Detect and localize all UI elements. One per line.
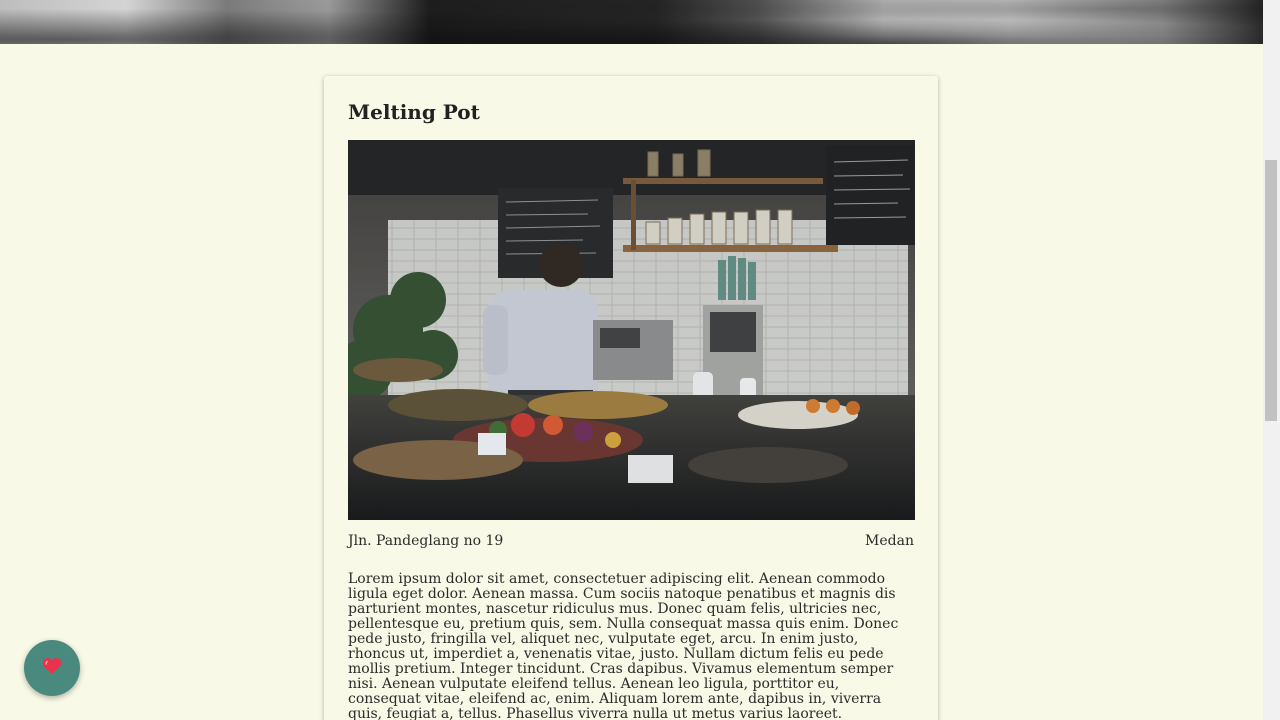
restaurant-description: Lorem ipsum dolor sit amet, consectetuer… <box>348 571 899 720</box>
restaurant-city: Medan <box>865 533 914 549</box>
page-scrollbar[interactable] <box>1263 0 1280 720</box>
restaurant-address: Jln. Pandeglang no 19 <box>348 533 504 549</box>
scrollbar-thumb[interactable] <box>1265 160 1277 421</box>
restaurant-location-row: Jln. Pandeglang no 19 Medan <box>348 532 914 550</box>
hero-image <box>0 0 1263 44</box>
heart-icon <box>42 657 62 679</box>
restaurant-detail-card: Melting Pot Jln. Pandeglang no 19 Medan … <box>324 76 938 720</box>
restaurant-photo <box>348 140 915 520</box>
restaurant-name: Melting Pot <box>348 100 480 124</box>
favorite-button[interactable] <box>24 640 80 696</box>
restaurant-photo-illustration <box>348 140 915 520</box>
page: Melting Pot Jln. Pandeglang no 19 Medan … <box>0 0 1280 720</box>
